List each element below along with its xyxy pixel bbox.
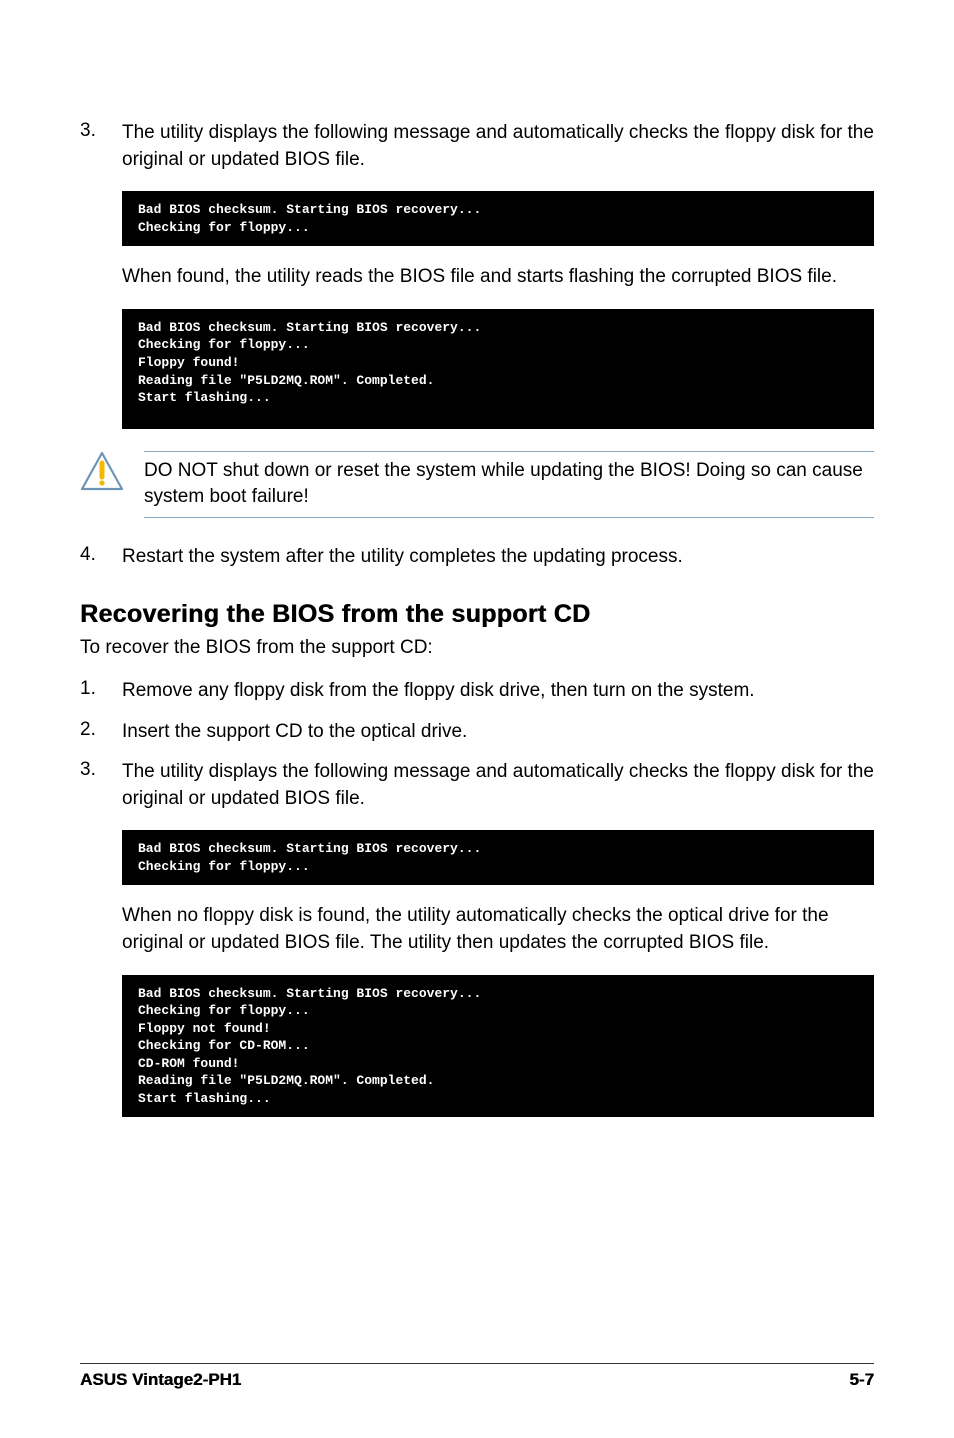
nofloppy-paragraph: When no floppy disk is found, the utilit…	[122, 903, 874, 956]
terminal-output-2: Bad BIOS checksum. Starting BIOS recover…	[122, 309, 874, 429]
cd-step-number-3: 3.	[80, 759, 122, 812]
cd-step-text-3: The utility displays the following messa…	[122, 759, 874, 812]
terminal-output-1: Bad BIOS checksum. Starting BIOS recover…	[122, 191, 874, 246]
section-heading: Recovering the BIOS from the support CD	[80, 600, 874, 629]
found-paragraph: When found, the utility reads the BIOS f…	[122, 264, 874, 291]
step-text-3a: The utility displays the following messa…	[122, 120, 874, 173]
section-intro: To recover the BIOS from the support CD:	[80, 635, 874, 662]
footer-right: 5-7	[849, 1370, 874, 1390]
cd-step-number-1: 1.	[80, 678, 122, 705]
cd-step-text-2: Insert the support CD to the optical dri…	[122, 719, 874, 746]
step-number-3a: 3.	[80, 120, 122, 173]
warning-text: DO NOT shut down or reset the system whi…	[144, 456, 874, 513]
terminal-output-3: Bad BIOS checksum. Starting BIOS recover…	[122, 830, 874, 885]
cd-step-number-2: 2.	[80, 719, 122, 746]
step-number-4: 4.	[80, 544, 122, 571]
footer-left: ASUS Vintage2-PH1	[80, 1370, 241, 1390]
terminal-output-4: Bad BIOS checksum. Starting BIOS recover…	[122, 975, 874, 1118]
step-text-4: Restart the system after the utility com…	[122, 544, 874, 571]
warning-icon	[80, 447, 126, 491]
cd-step-text-1: Remove any floppy disk from the floppy d…	[122, 678, 874, 705]
